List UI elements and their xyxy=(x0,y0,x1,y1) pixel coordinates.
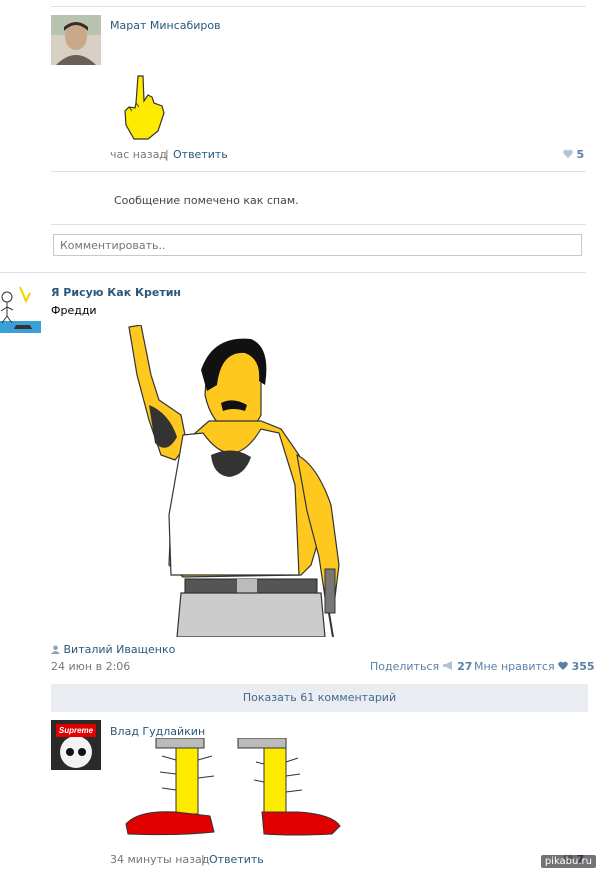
post-like-count: 355 xyxy=(571,660,595,673)
megaphone-icon xyxy=(442,660,454,670)
user-icon xyxy=(51,644,60,654)
share-count: 27 xyxy=(457,660,473,673)
like-count: 5 xyxy=(576,148,585,161)
reply-link[interactable]: Ответить xyxy=(209,853,264,866)
like-button[interactable]: 5 xyxy=(563,148,584,161)
comment-image xyxy=(118,73,168,143)
avatar-brand: Supreme xyxy=(58,726,94,735)
show-comments-button[interactable]: Показать 61 комментарий xyxy=(51,684,588,712)
heart-icon xyxy=(558,661,568,670)
post-date[interactable]: 24 июн в 2:06 xyxy=(51,660,130,673)
spam-notice: Сообщение помечено как спам. xyxy=(114,194,299,207)
comment-author[interactable]: Влад Гудлайкин xyxy=(110,725,205,738)
signer[interactable]: Виталий Иващенко xyxy=(51,643,175,656)
comment-author[interactable]: Марат Минсабиров xyxy=(110,19,221,32)
post-like-button[interactable]: Мне нравится 355 xyxy=(474,660,595,673)
share-label: Поделиться xyxy=(370,660,440,673)
comment-input[interactable] xyxy=(54,235,581,255)
like-label: Мне нравится xyxy=(474,660,555,673)
share-button[interactable]: Поделиться 27 xyxy=(370,660,472,673)
avatar-group[interactable] xyxy=(0,283,41,333)
separator: | xyxy=(201,853,205,866)
heart-icon xyxy=(563,149,573,158)
post-title: Фредди xyxy=(51,304,97,317)
avatar-vlad[interactable]: Supreme xyxy=(51,720,101,770)
comment-box[interactable] xyxy=(53,234,582,256)
comment-image xyxy=(118,737,350,838)
post-image[interactable] xyxy=(121,324,361,638)
signer-name[interactable]: Виталий Иващенко xyxy=(64,643,176,656)
divider xyxy=(51,171,586,172)
top-divider xyxy=(51,6,586,7)
reply-link[interactable]: Ответить xyxy=(173,148,228,161)
avatar-marat[interactable] xyxy=(51,15,101,65)
comment-time: 34 минуты назад xyxy=(110,853,210,866)
watermark: pikabu.ru xyxy=(540,855,596,868)
separator: | xyxy=(165,148,169,161)
post-divider xyxy=(0,272,586,273)
post-author[interactable]: Я Рисую Как Кретин xyxy=(51,286,181,299)
comment-time: час назад xyxy=(110,148,167,161)
divider xyxy=(51,224,586,225)
